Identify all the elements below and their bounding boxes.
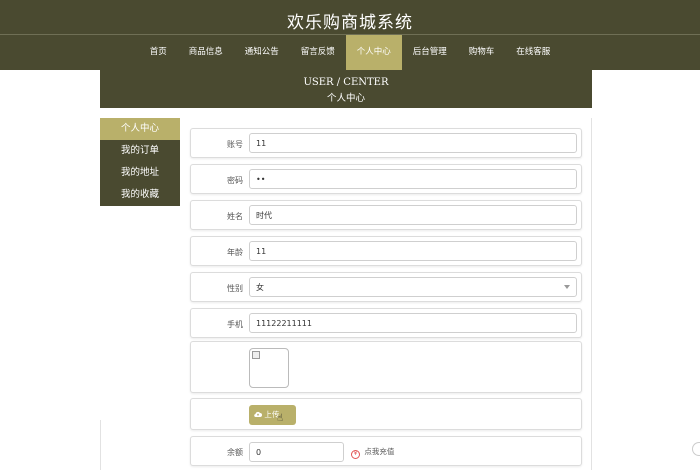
recharge-link[interactable]: ¥ 点我充值 (351, 446, 394, 459)
hand-cursor-icon: ☝ (277, 413, 284, 424)
name-input[interactable]: 时代 (249, 205, 577, 225)
cloud-upload-icon (254, 411, 262, 418)
password-label: 密码 (227, 176, 243, 185)
upload-button[interactable]: 上传 ☝ (249, 405, 296, 425)
nav-item-products[interactable]: 商品信息 (178, 35, 234, 70)
main-nav: 首页 商品信息 通知公告 留言反馈 个人中心 后台管理 购物车 在线客服 (0, 35, 700, 70)
gender-selected-value: 女 (256, 283, 264, 292)
page-banner: USER / CENTER 个人中心 (100, 70, 592, 108)
nav-item-home[interactable]: 首页 (139, 35, 178, 70)
password-row: 密码 •• (190, 164, 582, 194)
phone-label: 手机 (227, 320, 243, 329)
chevron-down-icon (564, 285, 570, 289)
avatar-image (249, 348, 289, 388)
recharge-label: 点我充值 (364, 447, 395, 456)
side-menu: 个人中心 我的订单 我的地址 我的收藏 (100, 118, 180, 420)
side-item-addresses[interactable]: 我的地址 (100, 162, 180, 184)
nav-item-user-center[interactable]: 个人中心 (345, 35, 402, 70)
recharge-icon: ¥ (351, 450, 360, 459)
age-input[interactable]: 11 (249, 241, 577, 261)
age-row: 年龄 11 (190, 236, 582, 266)
gender-row: 性别 女 (190, 272, 582, 302)
password-input[interactable]: •• (249, 169, 577, 189)
nav-item-support[interactable]: 在线客服 (505, 35, 561, 70)
name-label: 姓名 (227, 212, 243, 221)
balance-input[interactable]: 0 (249, 442, 344, 462)
side-item-favorites[interactable]: 我的收藏 (100, 184, 180, 206)
nav-item-admin[interactable]: 后台管理 (402, 35, 458, 70)
upload-row: 上传 ☝ (190, 398, 582, 430)
gender-label: 性别 (227, 284, 243, 293)
nav-item-cart[interactable]: 购物车 (458, 35, 506, 70)
account-label: 账号 (227, 140, 243, 149)
age-label: 年龄 (227, 248, 243, 257)
banner-chinese-title: 个人中心 (326, 93, 365, 104)
top-header: 欢乐购商城系统 首页 商品信息 通知公告 留言反馈 个人中心 后台管理 购物车 … (0, 0, 700, 70)
broken-image-icon (252, 351, 260, 359)
back-to-top-handle[interactable] (692, 442, 700, 456)
phone-input[interactable]: 11122211111 (249, 313, 577, 333)
balance-label: 余额 (227, 448, 243, 457)
nav-item-feedback[interactable]: 留言反馈 (290, 35, 346, 70)
avatar-row (190, 341, 582, 393)
side-item-orders[interactable]: 我的订单 (100, 140, 180, 162)
name-row: 姓名 时代 (190, 200, 582, 230)
account-row: 账号 11 (190, 128, 582, 158)
site-title: 欢乐购商城系统 (287, 13, 413, 33)
phone-row: 手机 11122211111 (190, 308, 582, 338)
gender-select[interactable]: 女 (249, 277, 577, 297)
account-input[interactable]: 11 (249, 133, 577, 153)
nav-item-notices[interactable]: 通知公告 (234, 35, 290, 70)
balance-row: 余额 0 ¥ 点我充值 (190, 436, 582, 466)
side-menu-blank (100, 206, 180, 420)
side-item-user-center[interactable]: 个人中心 (100, 118, 180, 140)
banner-english-title: USER / CENTER (303, 77, 389, 88)
